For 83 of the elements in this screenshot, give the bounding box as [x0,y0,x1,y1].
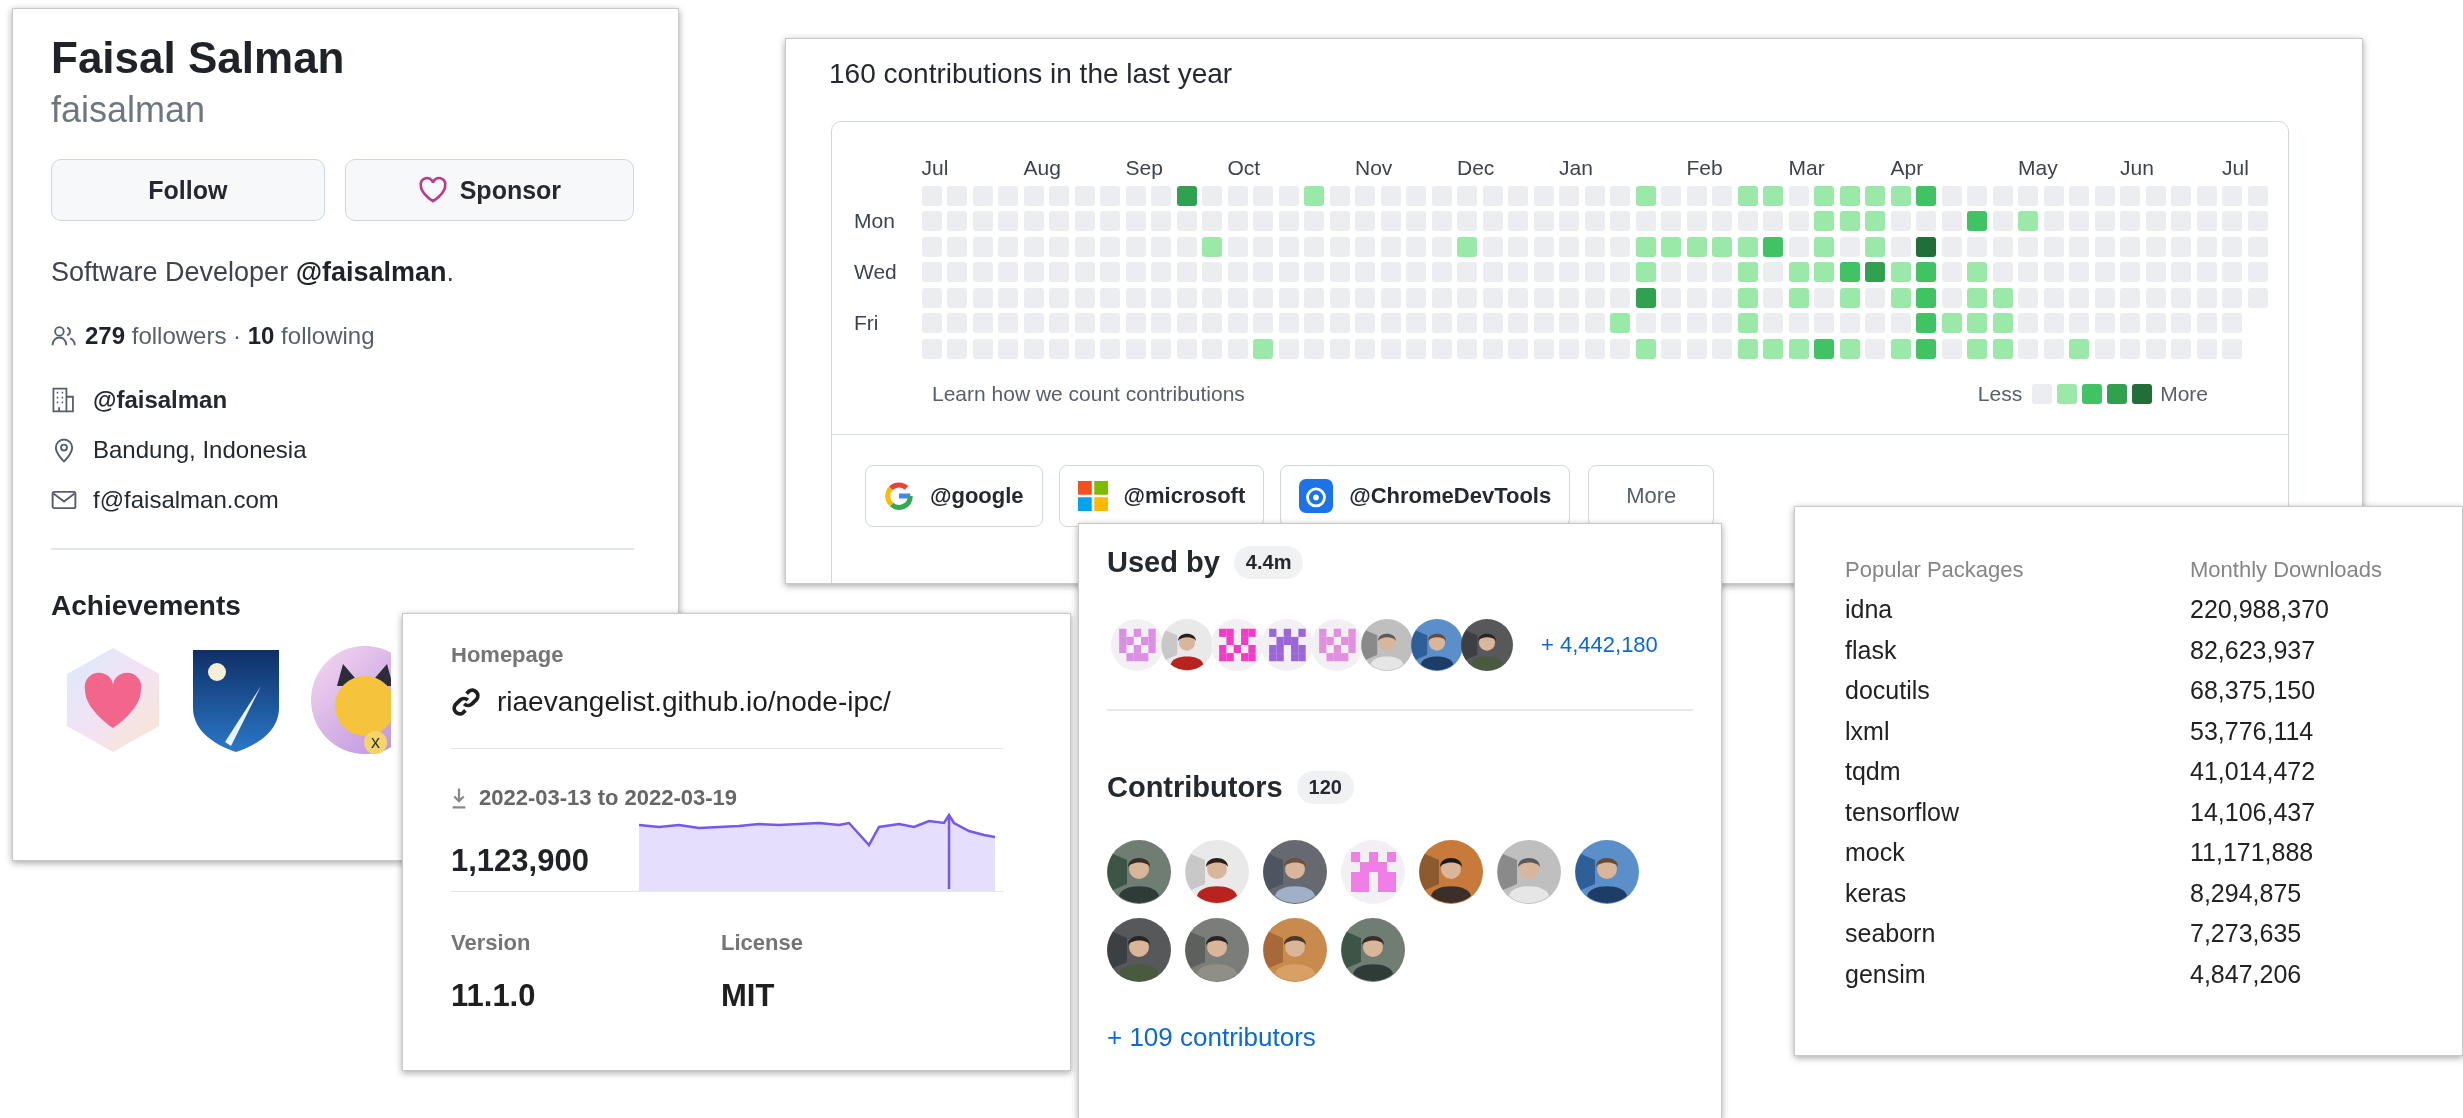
package-name: idna [1845,594,1894,625]
building-icon [51,386,77,414]
download-count: 11,171,888 [2190,837,2315,868]
people-icon [51,325,77,347]
email-link[interactable]: f@faisalman.com [93,486,279,514]
legend-swatch [2057,383,2078,404]
profile-name: Faisal Salman [51,33,346,83]
identicon-icon[interactable] [1261,619,1313,671]
heart-icon [417,176,448,204]
download-count: 7,273,635 [2190,918,2303,949]
package-name: tensorflow [1845,796,1960,828]
download-count: 68,375,150 [2190,675,2317,706]
homepage-link[interactable]: riaevangelist.github.io/node-ipc/ [497,686,891,718]
package-name: seaborn [1845,918,1937,949]
package-name: keras [1845,877,1908,909]
download-count: 220,988,370 [2190,594,2331,625]
package-name: mock [1845,837,1906,868]
version-value: 11.1.0 [451,978,537,1014]
legend-label: Less [1977,381,2023,406]
download-count: 1,123,900 [451,843,590,880]
section-title: Used by [1107,546,1220,579]
organization-chip[interactable]: @google [865,464,1043,527]
column-header: Monthly Downloads [2190,556,2383,584]
license-value: MIT [721,978,776,1014]
section-title: Contributors [1107,771,1283,804]
package-name: lxml [1845,715,1891,747]
field-label: License [721,930,804,956]
day-label: Fri [854,313,880,333]
followers-text[interactable]: 279 followers · 10 following [85,322,375,350]
date-range: 2022-03-13 to 2022-03-19 [479,785,738,811]
month-label: Sep [1125,156,1164,180]
day-label: Mon [854,211,896,231]
legend-swatch [2107,383,2128,404]
mail-icon [51,489,77,511]
google-logo-icon [884,480,914,511]
package-name: docutils [1845,675,1931,706]
legend-label: More [2160,381,2208,406]
month-label: Oct [1227,156,1262,180]
month-label: May [2018,156,2059,180]
legend-swatch [2132,383,2153,404]
heart-badge-icon[interactable] [65,646,161,754]
package-name: tqdm [1845,756,1902,787]
month-label: Jan [1559,156,1594,180]
package-name: gensim [1845,958,1927,990]
package-name: flask [1845,634,1898,666]
month-label: Jul [2222,156,2250,180]
microsoft-logo-icon [1077,480,1108,511]
section-title: Achievements [51,590,242,622]
month-label: Nov [1355,156,1394,180]
download-count: 4,847,206 [2190,958,2303,990]
legend-swatch [2082,383,2103,404]
sponsor-button[interactable]: Sponsor [344,159,634,221]
month-label: Feb [1686,156,1724,180]
download-count: 14,106,437 [2190,796,2317,828]
learn-link[interactable]: Learn how we count contributions [932,381,1245,406]
location-text: Bandung, Indonesia [93,436,307,464]
month-label: Mar [1788,156,1826,180]
month-label: Aug [1023,156,1062,180]
count-badge: 120 [1296,771,1354,804]
contributors-link[interactable]: + 109 contributors [1107,1022,1316,1053]
identicon-icon[interactable] [1211,619,1263,671]
download-count: 82,623,937 [2190,634,2317,666]
month-label: Jun [2120,156,2155,180]
download-icon [451,787,467,809]
organization-chip[interactable]: @microsoft [1058,464,1265,527]
month-label: Jul [921,156,950,180]
devtools-logo-icon [1299,478,1334,513]
day-label: Wed [854,262,898,282]
month-label: Apr [1890,156,1925,180]
field-label: Version [451,930,532,956]
username: faisalman [51,89,207,131]
download-count: 53,776,114 [2190,715,2315,747]
download-count: 41,014,472 [2190,756,2317,787]
month-label: Dec [1457,156,1496,180]
download-count: 8,294,875 [2190,877,2303,909]
contributions-title: 160 contributions in the last year [829,61,1234,91]
link-icon [451,687,481,717]
bio-text: Software Developer @faisalman. [51,257,456,288]
dependents-link[interactable]: + 4,442,180 [1541,632,1658,658]
follow-button[interactable]: Follow [51,159,325,221]
column-header: Popular Packages [1845,556,2025,584]
organization-link[interactable]: @faisalman [93,386,228,414]
count-badge: 4.4m [1233,546,1304,579]
